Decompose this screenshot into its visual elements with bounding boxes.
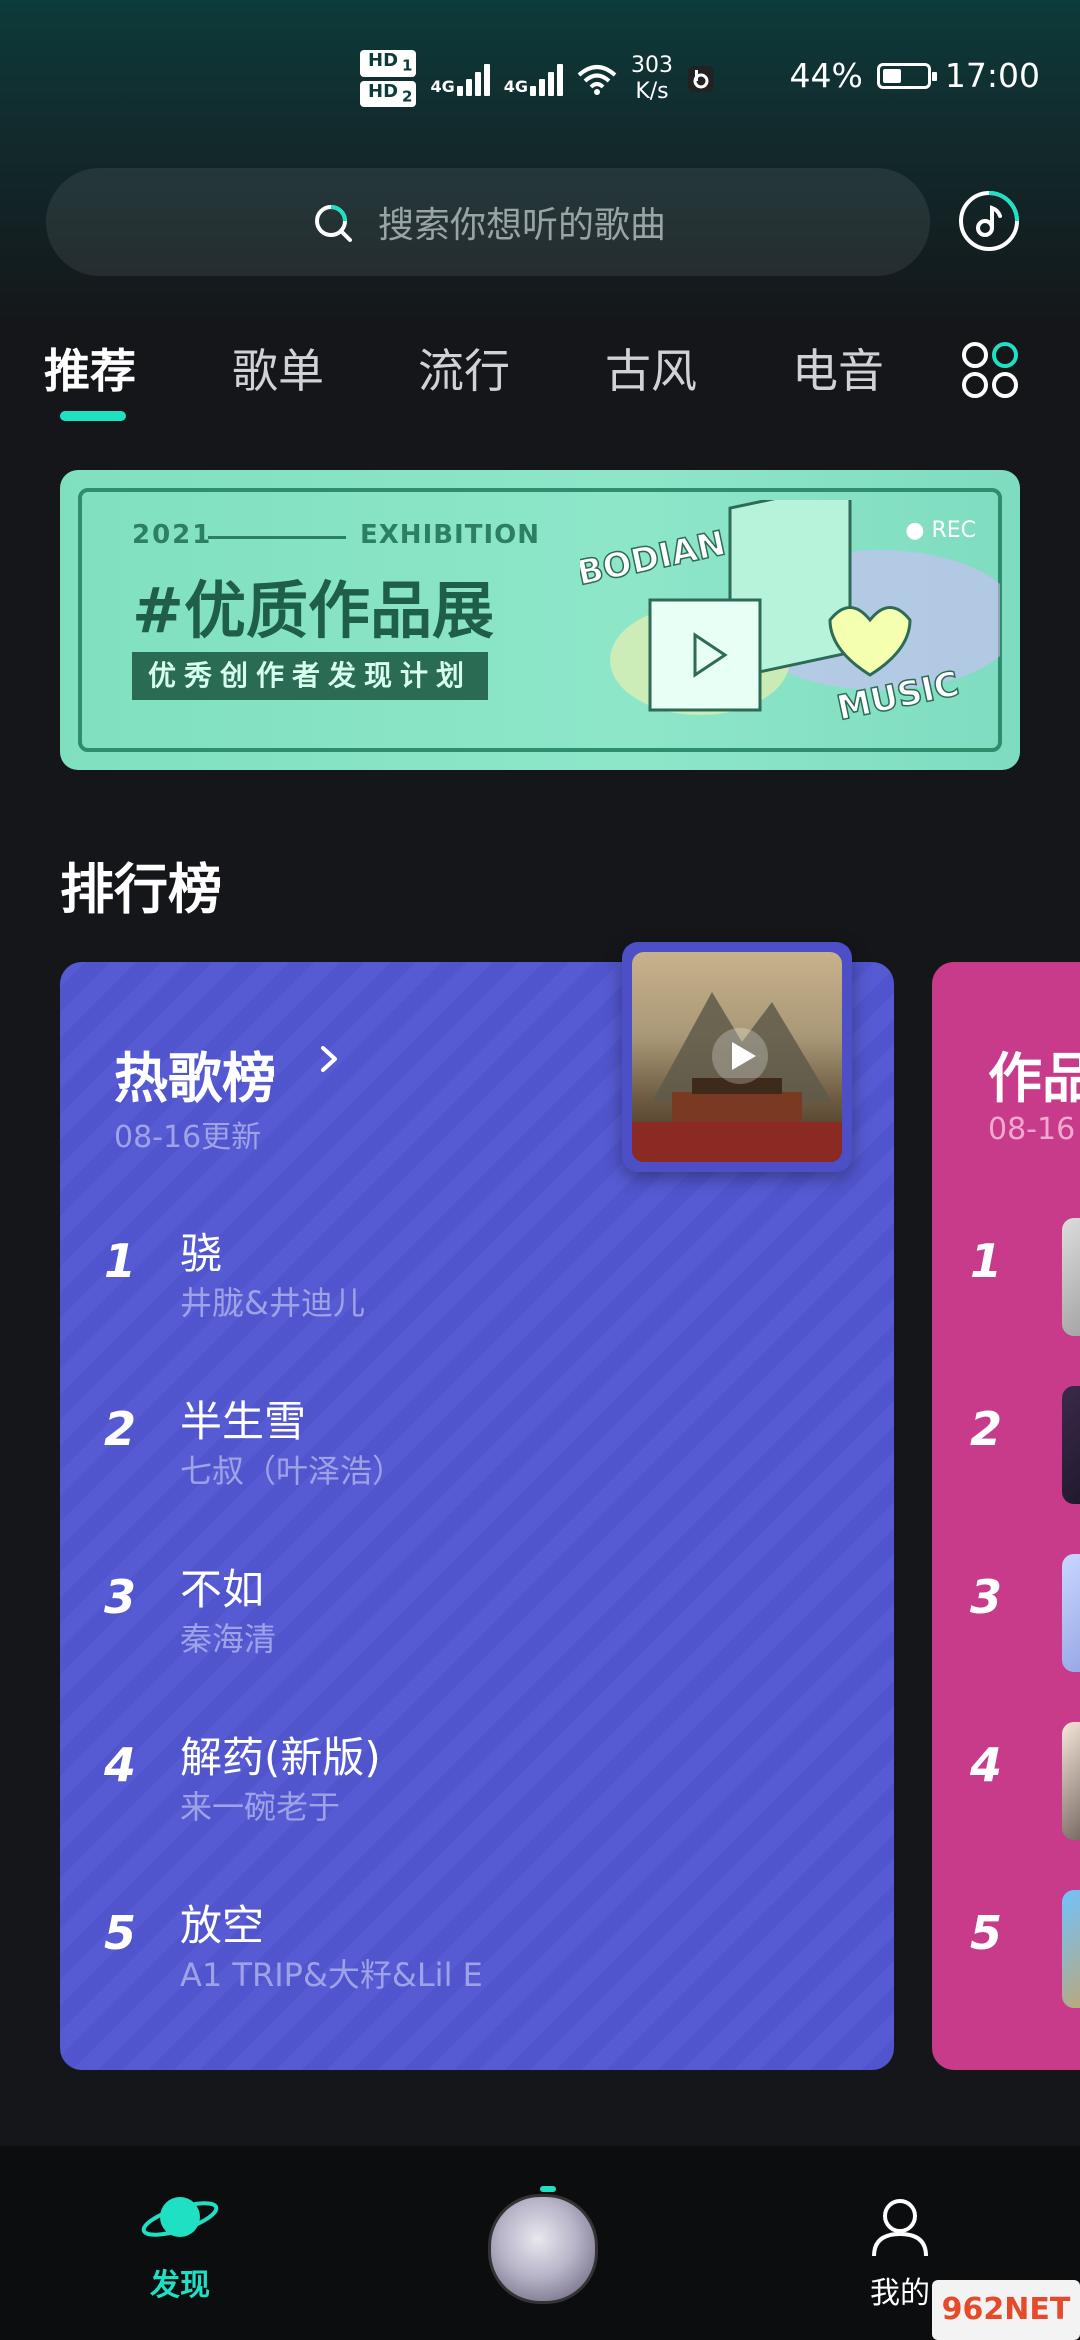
song-thumbnail[interactable] bbox=[1062, 1554, 1080, 1672]
now-playing-avatar[interactable] bbox=[488, 2194, 598, 2304]
wifi-icon bbox=[577, 64, 617, 95]
banner-divider bbox=[208, 536, 346, 539]
net1-label: 4G bbox=[430, 76, 455, 96]
chevron-right-icon bbox=[321, 1046, 337, 1072]
nav-discover[interactable]: 发现 bbox=[140, 2186, 220, 2304]
signal-bars-icon bbox=[529, 62, 563, 96]
song-rank: 3 bbox=[103, 1570, 136, 1624]
hd1-badge: HD 1 bbox=[360, 50, 417, 77]
net2-label: 4G bbox=[503, 76, 528, 96]
app-notification-icon bbox=[687, 65, 714, 92]
search-placeholder: 搜索你想听的歌曲 bbox=[377, 205, 666, 246]
battery-level bbox=[882, 68, 901, 83]
hd-indicator: HD 1 HD 2 bbox=[360, 50, 417, 108]
signal-bars-icon bbox=[456, 62, 490, 96]
song-row[interactable]: 3 不如 秦海清 bbox=[60, 1556, 894, 1676]
song-title: 解药(新版) bbox=[180, 1733, 381, 1782]
banner-illustration: BODIAN MUSIC bbox=[580, 500, 1000, 730]
planet-icon bbox=[141, 2197, 219, 2237]
network-speed: 303 K/s bbox=[631, 53, 673, 105]
song-artist: 井胧&井迪儿 bbox=[180, 1284, 365, 1322]
battery-percent: 44% bbox=[789, 56, 863, 95]
song-rank: 5 bbox=[103, 1906, 136, 1960]
chart-rank: 3 bbox=[970, 1570, 1003, 1624]
speed-unit: K/s bbox=[635, 78, 669, 104]
status-right: 44% 17:00 bbox=[790, 56, 1040, 95]
user-icon bbox=[872, 2199, 928, 2257]
search-icon bbox=[314, 205, 352, 242]
song-row[interactable]: 1 骁 井胧&井迪儿 bbox=[60, 1220, 894, 1340]
banner-brand1: BODIAN bbox=[580, 523, 729, 593]
active-tab-indicator bbox=[60, 411, 126, 421]
song-thumbnail[interactable] bbox=[1062, 1218, 1080, 1336]
all-categories-icon[interactable] bbox=[960, 340, 1020, 400]
song-title: 不如 bbox=[180, 1565, 265, 1614]
song-thumbnail[interactable] bbox=[1062, 1890, 1080, 2008]
song-row[interactable]: 2 半生雪 七叔（叶泽浩） bbox=[60, 1388, 894, 1508]
hot-chart-updated: 08-16更新 bbox=[114, 1120, 262, 1155]
category-tabs: 推荐 歌单 流行 古风 电音 bbox=[0, 335, 1080, 425]
song-rank: 2 bbox=[103, 1402, 136, 1456]
second-chart-updated: 08-16 bbox=[988, 1112, 1076, 1147]
hot-chart-title: 热歌榜 bbox=[114, 1047, 276, 1110]
tab-recommend[interactable]: 推荐 bbox=[44, 335, 136, 401]
speed-value: 303 bbox=[630, 52, 673, 78]
status-left: HD 1 HD 2 4G 4G 303 K/s bbox=[360, 50, 715, 108]
nav-discover-label: 发现 bbox=[150, 2268, 210, 2303]
tab-ancient-style[interactable]: 古风 bbox=[605, 335, 697, 401]
hd1-sub: 1 bbox=[402, 56, 413, 75]
song-rank: 1 bbox=[103, 1234, 136, 1288]
second-chart-card[interactable]: 作品 08-16 1 2 3 4 5 bbox=[932, 962, 1080, 2070]
chart-rank: 1 bbox=[970, 1234, 1003, 1288]
status-bar: HD 1 HD 2 4G 4G 303 K/s 44% 17:00 bbox=[0, 0, 1080, 150]
bottom-navigation: 发现 我的 bbox=[0, 2146, 1080, 2340]
chart-rank: 4 bbox=[970, 1738, 1003, 1792]
hd1-text: HD bbox=[364, 50, 403, 71]
song-title: 半生雪 bbox=[180, 1397, 307, 1446]
hd2-text: HD bbox=[364, 80, 403, 102]
signal-2: 4G bbox=[504, 62, 563, 96]
search-bar[interactable]: 搜索你想听的歌曲 bbox=[46, 168, 930, 276]
hot-chart-cover[interactable] bbox=[622, 942, 852, 1172]
promo-banner[interactable]: 2021 EXHIBITION #优质作品展 优秀创作者发现计划 ● REC B… bbox=[60, 470, 1020, 770]
nav-me[interactable]: 我的 bbox=[860, 2196, 940, 2312]
chart-rank: 5 bbox=[970, 1906, 1003, 1960]
song-thumbnail[interactable] bbox=[1062, 1722, 1080, 1840]
player-indicator bbox=[540, 2186, 556, 2192]
clock: 17:00 bbox=[944, 56, 1040, 95]
song-thumbnail[interactable] bbox=[1062, 1386, 1080, 1504]
song-rank: 4 bbox=[103, 1738, 136, 1792]
song-artist: 来一碗老于 bbox=[180, 1788, 341, 1826]
song-row[interactable]: 5 放空 A1 TRIP&大籽&Lil E bbox=[60, 1892, 894, 2012]
song-artist: 秦海清 bbox=[180, 1620, 277, 1658]
second-chart-title: 作品 bbox=[988, 1047, 1080, 1110]
song-artist: 七叔（叶泽浩） bbox=[180, 1452, 405, 1490]
signal-1: 4G bbox=[430, 62, 490, 96]
banner-exhibition: EXHIBITION bbox=[360, 520, 541, 550]
chart-rank: 2 bbox=[970, 1402, 1003, 1456]
banner-year: 2021 bbox=[132, 520, 213, 550]
banner-title: #优质作品展 bbox=[132, 574, 494, 647]
song-row[interactable]: 4 解药(新版) 来一碗老于 bbox=[60, 1724, 894, 1844]
song-title: 放空 bbox=[180, 1901, 265, 1950]
tab-pop[interactable]: 流行 bbox=[418, 335, 510, 401]
battery-icon bbox=[876, 62, 937, 89]
tab-electronic[interactable]: 电音 bbox=[792, 335, 884, 401]
site-watermark: 962NET bbox=[932, 2280, 1080, 2340]
banner-subtitle: 优秀创作者发现计划 bbox=[132, 652, 489, 700]
hd2-badge: HD 2 bbox=[360, 80, 417, 108]
song-artist: A1 TRIP&大籽&Lil E bbox=[180, 1956, 483, 1994]
music-recognize-icon[interactable] bbox=[956, 188, 1022, 254]
ranking-section-title: 排行榜 bbox=[60, 858, 222, 921]
tab-playlist[interactable]: 歌单 bbox=[232, 335, 324, 401]
cover-image bbox=[632, 952, 842, 1162]
nav-me-label: 我的 bbox=[870, 2276, 930, 2311]
song-title: 骁 bbox=[180, 1229, 223, 1278]
hd2-sub: 2 bbox=[402, 87, 413, 106]
play-icon[interactable] bbox=[710, 1026, 770, 1086]
